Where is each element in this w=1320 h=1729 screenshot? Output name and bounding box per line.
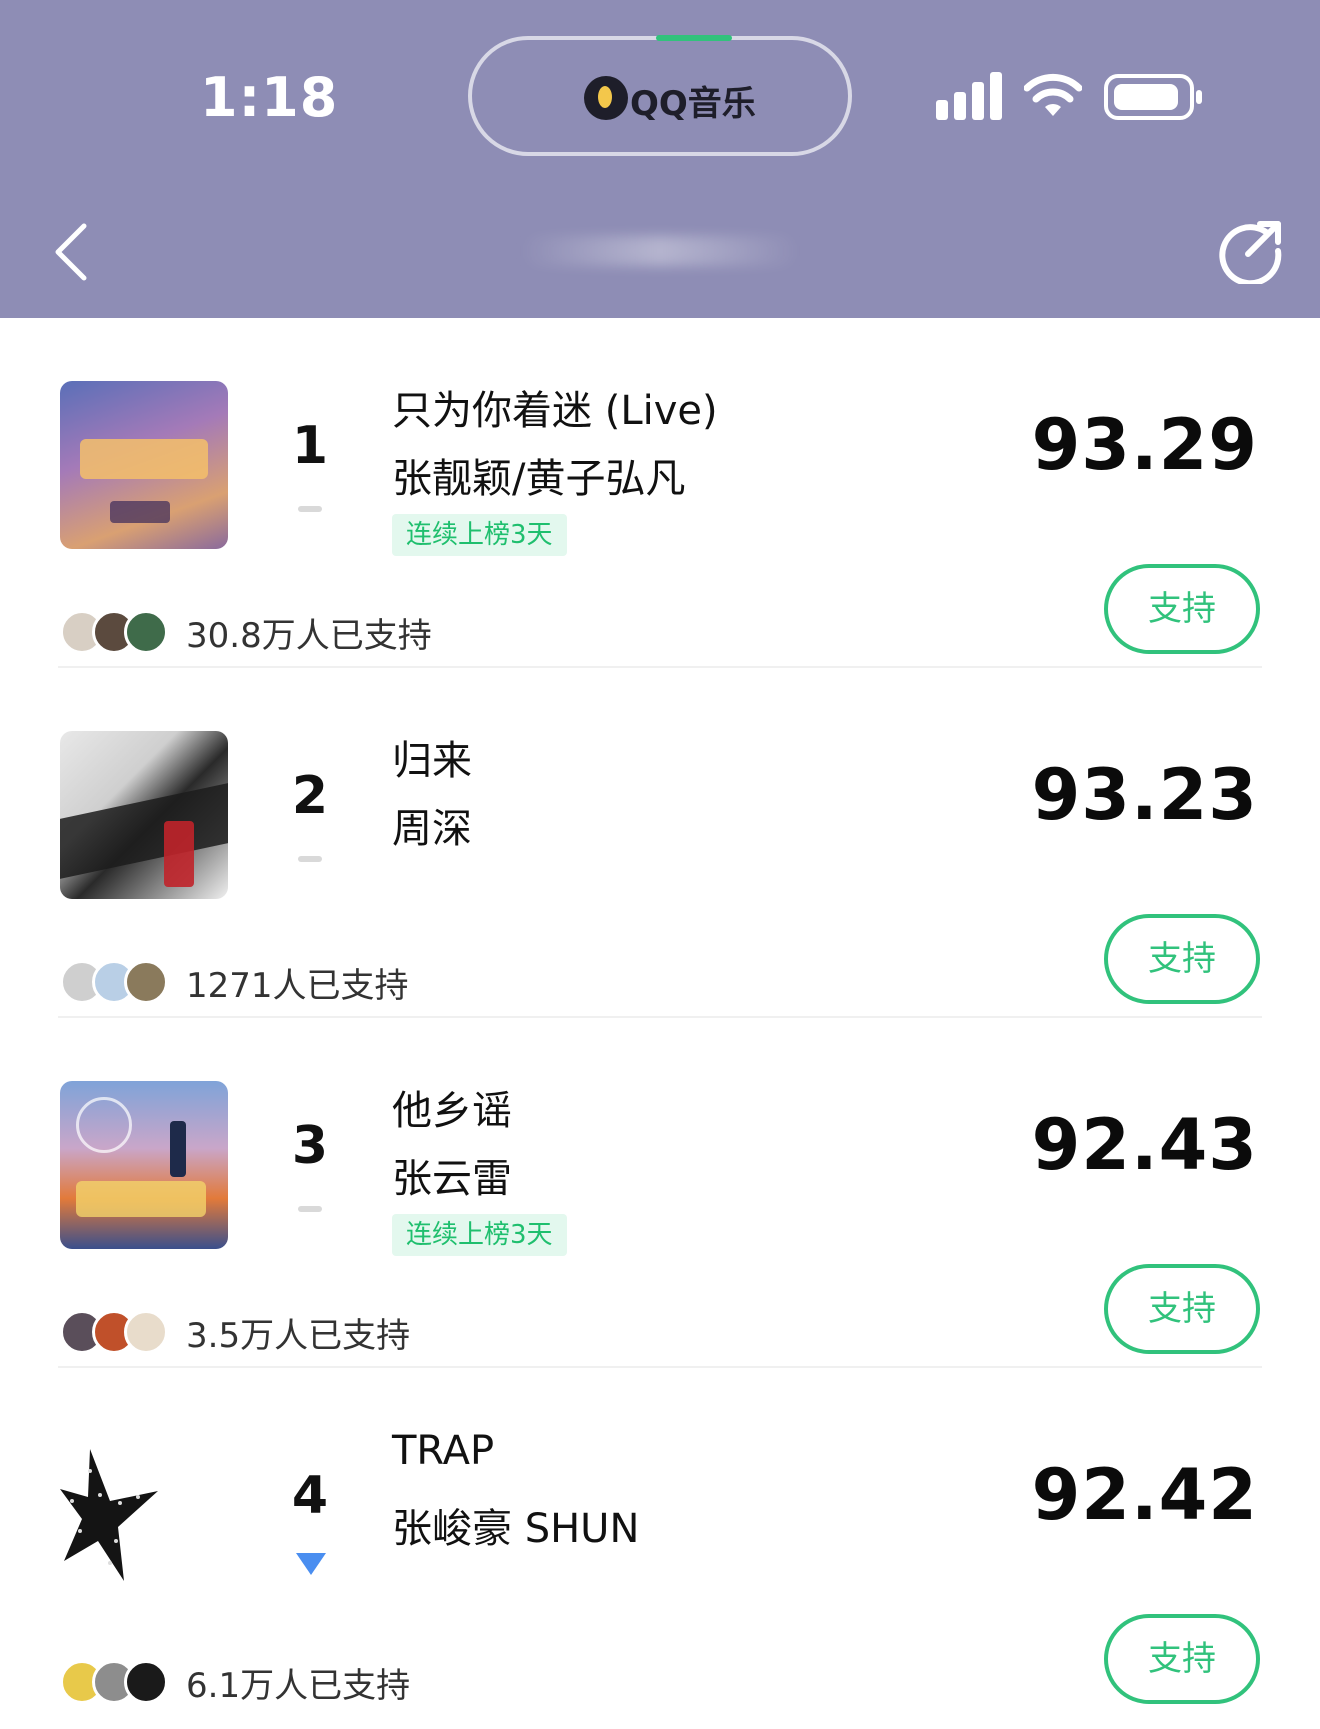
- supporter-avatars: [60, 1656, 172, 1706]
- qq-music-logo-icon: [584, 76, 628, 120]
- chart-item[interactable]: 3 他乡谣 张云雷 连续上榜3天 92.43 3.5万人已支持 支持: [0, 1018, 1320, 1368]
- song-title[interactable]: 只为你着迷 (Live): [392, 378, 718, 436]
- chart-item[interactable]: 4 TRAP 张峻豪 SHUN 92.42 6.1万人已支持 支持: [0, 1368, 1320, 1718]
- artist-name[interactable]: 张靓颖/黄子弘凡: [392, 446, 685, 504]
- support-button[interactable]: 支持: [1104, 1614, 1260, 1704]
- trend-flat-icon: [298, 1206, 322, 1212]
- supporter-count: 3.5万人已支持: [186, 1316, 411, 1356]
- trend-flat-icon: [298, 506, 322, 512]
- song-title[interactable]: TRAP: [392, 1428, 494, 1474]
- song-title[interactable]: 他乡谣: [392, 1078, 512, 1136]
- supporter-avatars: [60, 956, 172, 1006]
- album-cover[interactable]: [60, 731, 228, 899]
- wifi-icon: [1024, 73, 1082, 116]
- supporter-avatars: [60, 1306, 172, 1356]
- avatar: [124, 1310, 168, 1354]
- cellular-signal-icon: [936, 72, 1004, 120]
- supporter-count: 1271人已支持: [186, 966, 409, 1006]
- score-value: 93.29: [1031, 404, 1258, 486]
- rank-number: 1: [291, 416, 329, 476]
- album-cover[interactable]: [60, 381, 228, 549]
- battery-icon: [1104, 74, 1202, 120]
- support-button[interactable]: 支持: [1104, 564, 1260, 654]
- top-header: 1:18 QQ音乐: [0, 0, 1320, 318]
- score-value: 93.23: [1031, 754, 1258, 836]
- support-button[interactable]: 支持: [1104, 1264, 1260, 1354]
- score-value: 92.42: [1031, 1454, 1258, 1536]
- supporter-count: 30.8万人已支持: [186, 616, 432, 656]
- share-icon[interactable]: [1218, 218, 1284, 284]
- trend-flat-icon: [298, 856, 322, 862]
- supporter-count: 6.1万人已支持: [186, 1666, 411, 1706]
- supporter-avatars: [60, 606, 172, 656]
- trend-down-icon: [296, 1553, 326, 1575]
- status-time: 1:18: [200, 66, 339, 129]
- chart-item[interactable]: 1 只为你着迷 (Live) 张靓颖/黄子弘凡 连续上榜3天 93.29 30.…: [0, 318, 1320, 668]
- avatar: [124, 1660, 168, 1704]
- rank-number: 2: [291, 766, 329, 826]
- song-title[interactable]: 归来: [392, 728, 472, 786]
- support-button[interactable]: 支持: [1104, 914, 1260, 1004]
- artist-name[interactable]: 张峻豪 SHUN: [392, 1496, 639, 1554]
- avatar: [124, 610, 168, 654]
- artist-name[interactable]: 周深: [392, 796, 472, 854]
- island-app-label: QQ音乐: [630, 84, 756, 124]
- album-cover[interactable]: [60, 1431, 228, 1599]
- streak-badge: 连续上榜3天: [392, 514, 567, 556]
- score-value: 92.43: [1031, 1104, 1258, 1186]
- blurred-page-title: [520, 236, 800, 266]
- streak-badge: 连续上榜3天: [392, 1214, 567, 1256]
- rank-number: 4: [291, 1466, 329, 1526]
- avatar: [124, 960, 168, 1004]
- island-progress-bar: [656, 35, 732, 41]
- album-cover[interactable]: [60, 1081, 228, 1249]
- chevron-left-icon[interactable]: [52, 222, 92, 282]
- chart-item[interactable]: 2 归来 周深 93.23 1271人已支持 支持: [0, 668, 1320, 1018]
- artist-name[interactable]: 张云雷: [392, 1146, 512, 1204]
- rank-number: 3: [291, 1116, 329, 1176]
